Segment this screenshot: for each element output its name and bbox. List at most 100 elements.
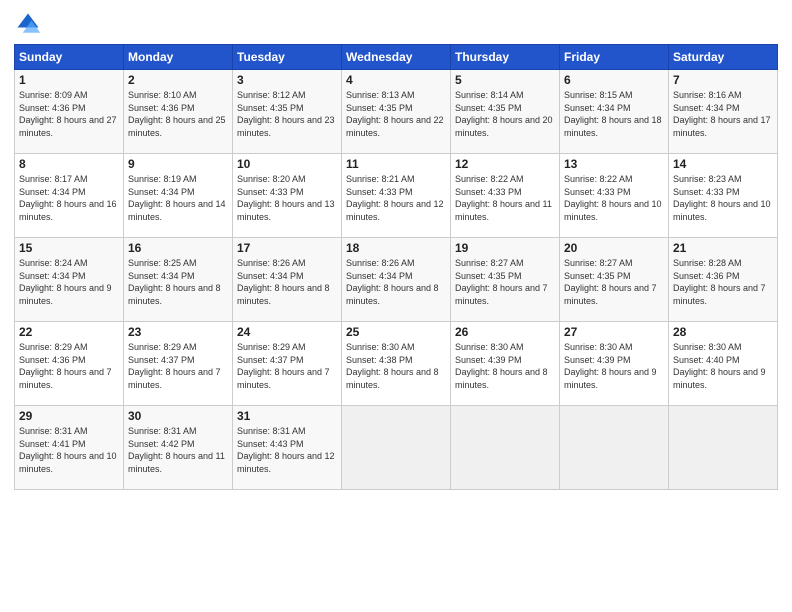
calendar-cell: 3 Sunrise: 8:12 AMSunset: 4:35 PMDaylight… bbox=[233, 70, 342, 154]
calendar-cell: 7 Sunrise: 8:16 AMSunset: 4:34 PMDaylight… bbox=[669, 70, 778, 154]
day-info: Sunrise: 8:26 AMSunset: 4:34 PMDaylight:… bbox=[237, 257, 337, 307]
calendar-cell: 6 Sunrise: 8:15 AMSunset: 4:34 PMDaylight… bbox=[560, 70, 669, 154]
day-number: 5 bbox=[455, 73, 555, 87]
day-number: 1 bbox=[19, 73, 119, 87]
calendar-cell: 17 Sunrise: 8:26 AMSunset: 4:34 PMDayligh… bbox=[233, 238, 342, 322]
day-info: Sunrise: 8:27 AMSunset: 4:35 PMDaylight:… bbox=[455, 257, 555, 307]
day-info: Sunrise: 8:19 AMSunset: 4:34 PMDaylight:… bbox=[128, 173, 228, 223]
weekday-header: Monday bbox=[124, 45, 233, 70]
day-number: 17 bbox=[237, 241, 337, 255]
day-info: Sunrise: 8:22 AMSunset: 4:33 PMDaylight:… bbox=[455, 173, 555, 223]
day-info: Sunrise: 8:28 AMSunset: 4:36 PMDaylight:… bbox=[673, 257, 773, 307]
calendar-cell: 29 Sunrise: 8:31 AMSunset: 4:41 PMDayligh… bbox=[15, 406, 124, 490]
day-number: 12 bbox=[455, 157, 555, 171]
header-row: SundayMondayTuesdayWednesdayThursdayFrid… bbox=[15, 45, 778, 70]
calendar-cell bbox=[342, 406, 451, 490]
day-number: 13 bbox=[564, 157, 664, 171]
weekday-header: Wednesday bbox=[342, 45, 451, 70]
day-info: Sunrise: 8:17 AMSunset: 4:34 PMDaylight:… bbox=[19, 173, 119, 223]
day-info: Sunrise: 8:29 AMSunset: 4:36 PMDaylight:… bbox=[19, 341, 119, 391]
day-info: Sunrise: 8:31 AMSunset: 4:42 PMDaylight:… bbox=[128, 425, 228, 475]
day-number: 26 bbox=[455, 325, 555, 339]
day-number: 4 bbox=[346, 73, 446, 87]
page: SundayMondayTuesdayWednesdayThursdayFrid… bbox=[0, 0, 792, 612]
calendar-cell bbox=[451, 406, 560, 490]
day-info: Sunrise: 8:13 AMSunset: 4:35 PMDaylight:… bbox=[346, 89, 446, 139]
calendar-cell: 21Sunrise: 8:28 AMSunset: 4:36 PMDayligh… bbox=[669, 238, 778, 322]
calendar-cell: 16Sunrise: 8:25 AMSunset: 4:34 PMDayligh… bbox=[124, 238, 233, 322]
logo bbox=[14, 10, 46, 38]
day-number: 2 bbox=[128, 73, 228, 87]
day-number: 27 bbox=[564, 325, 664, 339]
day-number: 30 bbox=[128, 409, 228, 423]
calendar-cell: 22 Sunrise: 8:29 AMSunset: 4:36 PMDayligh… bbox=[15, 322, 124, 406]
day-info: Sunrise: 8:30 AMSunset: 4:39 PMDaylight:… bbox=[455, 341, 555, 391]
calendar-cell bbox=[560, 406, 669, 490]
day-number: 15 bbox=[19, 241, 119, 255]
day-info: Sunrise: 8:27 AMSunset: 4:35 PMDaylight:… bbox=[564, 257, 664, 307]
day-number: 23 bbox=[128, 325, 228, 339]
day-number: 3 bbox=[237, 73, 337, 87]
day-info: Sunrise: 8:29 AMSunset: 4:37 PMDaylight:… bbox=[237, 341, 337, 391]
calendar-cell: 10 Sunrise: 8:20 AMSunset: 4:33 PMDayligh… bbox=[233, 154, 342, 238]
day-info: Sunrise: 8:22 AMSunset: 4:33 PMDaylight:… bbox=[564, 173, 664, 223]
day-info: Sunrise: 8:24 AMSunset: 4:34 PMDaylight:… bbox=[19, 257, 119, 307]
day-info: Sunrise: 8:20 AMSunset: 4:33 PMDaylight:… bbox=[237, 173, 337, 223]
calendar-cell bbox=[669, 406, 778, 490]
day-number: 24 bbox=[237, 325, 337, 339]
day-info: Sunrise: 8:14 AMSunset: 4:35 PMDaylight:… bbox=[455, 89, 555, 139]
calendar-row: 22 Sunrise: 8:29 AMSunset: 4:36 PMDayligh… bbox=[15, 322, 778, 406]
day-info: Sunrise: 8:29 AMSunset: 4:37 PMDaylight:… bbox=[128, 341, 228, 391]
day-number: 10 bbox=[237, 157, 337, 171]
day-info: Sunrise: 8:15 AMSunset: 4:34 PMDaylight:… bbox=[564, 89, 664, 139]
calendar-row: 1Sunrise: 8:09 AMSunset: 4:36 PMDaylight… bbox=[15, 70, 778, 154]
calendar-cell: 9 Sunrise: 8:19 AMSunset: 4:34 PMDaylight… bbox=[124, 154, 233, 238]
day-info: Sunrise: 8:30 AMSunset: 4:38 PMDaylight:… bbox=[346, 341, 446, 391]
calendar-cell: 5 Sunrise: 8:14 AMSunset: 4:35 PMDaylight… bbox=[451, 70, 560, 154]
calendar-cell: 25 Sunrise: 8:30 AMSunset: 4:38 PMDayligh… bbox=[342, 322, 451, 406]
day-number: 7 bbox=[673, 73, 773, 87]
day-number: 6 bbox=[564, 73, 664, 87]
calendar-row: 8Sunrise: 8:17 AMSunset: 4:34 PMDaylight… bbox=[15, 154, 778, 238]
calendar-cell: 11Sunrise: 8:21 AMSunset: 4:33 PMDayligh… bbox=[342, 154, 451, 238]
day-info: Sunrise: 8:30 AMSunset: 4:39 PMDaylight:… bbox=[564, 341, 664, 391]
weekday-header: Thursday bbox=[451, 45, 560, 70]
calendar-cell: 26 Sunrise: 8:30 AMSunset: 4:39 PMDayligh… bbox=[451, 322, 560, 406]
calendar-row: 15 Sunrise: 8:24 AMSunset: 4:34 PMDayligh… bbox=[15, 238, 778, 322]
calendar-cell: 12 Sunrise: 8:22 AMSunset: 4:33 PMDayligh… bbox=[451, 154, 560, 238]
day-number: 14 bbox=[673, 157, 773, 171]
day-number: 31 bbox=[237, 409, 337, 423]
day-number: 9 bbox=[128, 157, 228, 171]
day-info: Sunrise: 8:26 AMSunset: 4:34 PMDaylight:… bbox=[346, 257, 446, 307]
day-number: 28 bbox=[673, 325, 773, 339]
calendar-cell: 8Sunrise: 8:17 AMSunset: 4:34 PMDaylight… bbox=[15, 154, 124, 238]
day-number: 22 bbox=[19, 325, 119, 339]
calendar-cell: 27 Sunrise: 8:30 AMSunset: 4:39 PMDayligh… bbox=[560, 322, 669, 406]
day-info: Sunrise: 8:31 AMSunset: 4:41 PMDaylight:… bbox=[19, 425, 119, 475]
calendar-cell: 23 Sunrise: 8:29 AMSunset: 4:37 PMDayligh… bbox=[124, 322, 233, 406]
calendar-cell: 14 Sunrise: 8:23 AMSunset: 4:33 PMDayligh… bbox=[669, 154, 778, 238]
day-number: 18 bbox=[346, 241, 446, 255]
day-number: 11 bbox=[346, 157, 446, 171]
day-info: Sunrise: 8:30 AMSunset: 4:40 PMDaylight:… bbox=[673, 341, 773, 391]
day-info: Sunrise: 8:23 AMSunset: 4:33 PMDaylight:… bbox=[673, 173, 773, 223]
day-number: 25 bbox=[346, 325, 446, 339]
logo-icon bbox=[14, 10, 42, 38]
calendar-cell: 30 Sunrise: 8:31 AMSunset: 4:42 PMDayligh… bbox=[124, 406, 233, 490]
day-info: Sunrise: 8:25 AMSunset: 4:34 PMDaylight:… bbox=[128, 257, 228, 307]
day-number: 29 bbox=[19, 409, 119, 423]
header bbox=[14, 10, 778, 38]
calendar-body: 1Sunrise: 8:09 AMSunset: 4:36 PMDaylight… bbox=[15, 70, 778, 490]
calendar-cell: 18 Sunrise: 8:26 AMSunset: 4:34 PMDayligh… bbox=[342, 238, 451, 322]
calendar-header: SundayMondayTuesdayWednesdayThursdayFrid… bbox=[15, 45, 778, 70]
day-info: Sunrise: 8:12 AMSunset: 4:35 PMDaylight:… bbox=[237, 89, 337, 139]
calendar-row: 29 Sunrise: 8:31 AMSunset: 4:41 PMDayligh… bbox=[15, 406, 778, 490]
calendar-cell: 31 Sunrise: 8:31 AMSunset: 4:43 PMDayligh… bbox=[233, 406, 342, 490]
calendar-cell: 28 Sunrise: 8:30 AMSunset: 4:40 PMDayligh… bbox=[669, 322, 778, 406]
calendar-cell: 1Sunrise: 8:09 AMSunset: 4:36 PMDaylight… bbox=[15, 70, 124, 154]
calendar-cell: 20Sunrise: 8:27 AMSunset: 4:35 PMDayligh… bbox=[560, 238, 669, 322]
day-info: Sunrise: 8:16 AMSunset: 4:34 PMDaylight:… bbox=[673, 89, 773, 139]
calendar-cell: 19Sunrise: 8:27 AMSunset: 4:35 PMDayligh… bbox=[451, 238, 560, 322]
day-info: Sunrise: 8:31 AMSunset: 4:43 PMDaylight:… bbox=[237, 425, 337, 475]
weekday-header: Sunday bbox=[15, 45, 124, 70]
